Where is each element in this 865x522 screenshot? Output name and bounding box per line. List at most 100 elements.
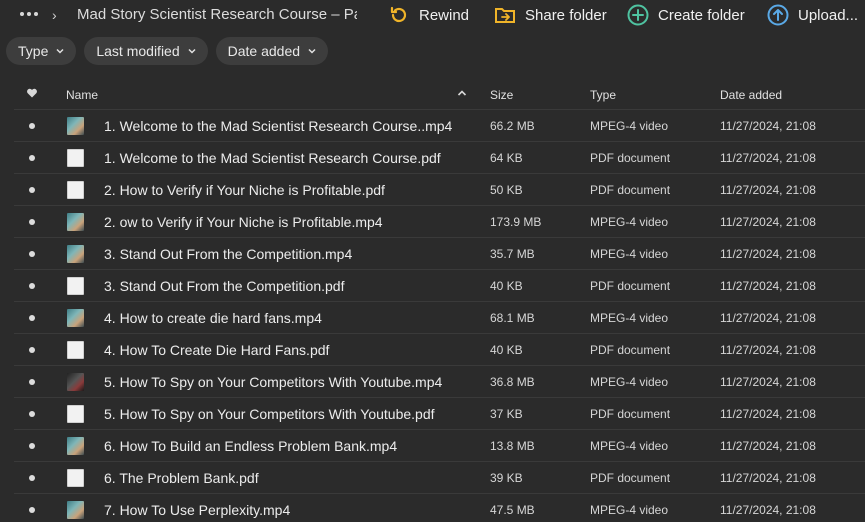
pdf-file-icon bbox=[67, 149, 84, 167]
file-date-added: 11/27/2024, 21:08 bbox=[720, 471, 816, 485]
favorite-dot-icon[interactable] bbox=[29, 507, 35, 513]
file-date-added: 11/27/2024, 21:08 bbox=[720, 439, 816, 453]
video-thumbnail-icon bbox=[67, 373, 84, 391]
pdf-file-icon bbox=[67, 181, 84, 199]
table-row[interactable]: 3. Stand Out From the Competition.pdf 40 … bbox=[14, 270, 865, 302]
file-name: 1. Welcome to the Mad Scientist Research… bbox=[104, 118, 453, 134]
file-type: MPEG-4 video bbox=[590, 375, 669, 389]
file-date-added: 11/27/2024, 21:08 bbox=[720, 407, 816, 421]
file-size: 37 KB bbox=[490, 407, 523, 421]
file-size: 40 KB bbox=[490, 343, 523, 357]
file-name: 2. How to Verify if Your Niche is Profit… bbox=[104, 182, 385, 198]
date-added-filter-dropdown[interactable]: Date added bbox=[215, 37, 329, 65]
favorite-dot-icon[interactable] bbox=[29, 155, 35, 161]
pdf-file-icon bbox=[67, 469, 84, 487]
file-date-added: 11/27/2024, 21:08 bbox=[720, 279, 816, 293]
type-filter-dropdown[interactable]: Type bbox=[6, 37, 77, 65]
file-date-added: 11/27/2024, 21:08 bbox=[720, 311, 816, 325]
rewind-label: Rewind bbox=[419, 6, 470, 24]
file-type: PDF document bbox=[590, 407, 671, 421]
video-thumbnail-icon bbox=[67, 245, 84, 263]
column-header-type[interactable]: Type bbox=[590, 88, 616, 102]
more-options-icon[interactable] bbox=[20, 8, 38, 20]
table-row[interactable]: 1. Welcome to the Mad Scientist Research… bbox=[14, 110, 865, 142]
column-header-size[interactable]: Size bbox=[490, 88, 513, 102]
share-folder-button[interactable]: Share folder bbox=[494, 3, 607, 27]
upload-button[interactable]: Upload... bbox=[767, 3, 858, 27]
column-header-name[interactable]: Name bbox=[66, 88, 98, 102]
file-size: 50 KB bbox=[490, 183, 523, 197]
favorite-dot-icon[interactable] bbox=[29, 411, 35, 417]
favorite-dot-icon[interactable] bbox=[29, 315, 35, 321]
favorite-dot-icon[interactable] bbox=[29, 347, 35, 353]
sort-ascending-icon[interactable] bbox=[456, 87, 468, 99]
video-thumbnail-icon bbox=[67, 501, 84, 519]
video-thumbnail-icon bbox=[67, 213, 84, 231]
file-date-added: 11/27/2024, 21:08 bbox=[720, 183, 816, 197]
favorite-dot-icon[interactable] bbox=[29, 379, 35, 385]
table-row[interactable]: 6. How To Build an Endless Problem Bank.… bbox=[14, 430, 865, 462]
file-size: 68.1 MB bbox=[490, 311, 535, 325]
file-date-added: 11/27/2024, 21:08 bbox=[720, 343, 816, 357]
table-header: Name Size Type Date added bbox=[14, 78, 865, 110]
type-filter-label: Type bbox=[18, 43, 49, 59]
favorite-dot-icon[interactable] bbox=[29, 251, 35, 257]
share-folder-label: Share folder bbox=[525, 6, 607, 24]
breadcrumb[interactable]: Mad Story Scientist Research Course – Pa… bbox=[77, 6, 357, 23]
table-row[interactable]: 4. How to create die hard fans.mp4 68.1 M… bbox=[14, 302, 865, 334]
column-header-date-added[interactable]: Date added bbox=[720, 88, 782, 102]
add-circle-icon bbox=[627, 4, 649, 26]
file-date-added: 11/27/2024, 21:08 bbox=[720, 503, 816, 517]
file-type: PDF document bbox=[590, 183, 671, 197]
file-size: 66.2 MB bbox=[490, 119, 535, 133]
file-name: 5. How To Spy on Your Competitors With Y… bbox=[104, 406, 435, 422]
file-type: MPEG-4 video bbox=[590, 119, 669, 133]
chevron-down-icon bbox=[56, 48, 64, 54]
rewind-icon bbox=[388, 4, 410, 26]
table-row[interactable]: 3. Stand Out From the Competition.mp4 35.… bbox=[14, 238, 865, 270]
table-row[interactable]: 5. How To Spy on Your Competitors With Y… bbox=[14, 398, 865, 430]
file-name: 6. How To Build an Endless Problem Bank.… bbox=[104, 438, 398, 454]
file-date-added: 11/27/2024, 21:08 bbox=[720, 247, 816, 261]
file-size: 64 KB bbox=[490, 151, 523, 165]
file-type: MPEG-4 video bbox=[590, 215, 669, 229]
upload-icon bbox=[767, 4, 789, 26]
pdf-file-icon bbox=[67, 277, 84, 295]
file-size: 35.7 MB bbox=[490, 247, 535, 261]
heart-icon[interactable] bbox=[26, 87, 38, 99]
favorite-dot-icon[interactable] bbox=[29, 123, 35, 129]
last-modified-filter-dropdown[interactable]: Last modified bbox=[84, 37, 208, 65]
chevron-down-icon bbox=[188, 48, 196, 54]
favorite-dot-icon[interactable] bbox=[29, 475, 35, 481]
chevron-right-icon: › bbox=[52, 7, 57, 23]
file-size: 39 KB bbox=[490, 471, 523, 485]
table-row[interactable]: 2. How to Verify if Your Niche is Profit… bbox=[14, 174, 865, 206]
table-row[interactable]: 5. How To Spy on Your Competitors With Y… bbox=[14, 366, 865, 398]
file-type: MPEG-4 video bbox=[590, 247, 669, 261]
video-thumbnail-icon bbox=[67, 437, 84, 455]
favorite-dot-icon[interactable] bbox=[29, 187, 35, 193]
table-row[interactable]: 7. How To Use Perplexity.mp4 47.5 MB MPEG-… bbox=[14, 494, 865, 522]
video-thumbnail-icon bbox=[67, 309, 84, 327]
rewind-button[interactable]: Rewind bbox=[388, 3, 469, 27]
favorite-dot-icon[interactable] bbox=[29, 219, 35, 225]
filter-bar: Type Last modified Date added bbox=[6, 37, 329, 65]
favorite-dot-icon[interactable] bbox=[29, 443, 35, 449]
file-type: PDF document bbox=[590, 151, 671, 165]
pdf-file-icon bbox=[67, 341, 84, 359]
file-size: 173.9 MB bbox=[490, 215, 542, 229]
create-folder-button[interactable]: Create folder bbox=[627, 3, 745, 27]
table-row[interactable]: 2. ow to Verify if Your Niche is Profita… bbox=[14, 206, 865, 238]
share-folder-icon bbox=[494, 4, 516, 26]
table-row[interactable]: 4. How To Create Die Hard Fans.pdf 40 KB P… bbox=[14, 334, 865, 366]
file-type: PDF document bbox=[590, 471, 671, 485]
file-name: 2. ow to Verify if Your Niche is Profita… bbox=[104, 214, 383, 230]
table-row[interactable]: 6. The Problem Bank.pdf 39 KB PDF document… bbox=[14, 462, 865, 494]
favorite-dot-icon[interactable] bbox=[29, 283, 35, 289]
file-name: 6. The Problem Bank.pdf bbox=[104, 470, 259, 486]
file-size: 47.5 MB bbox=[490, 503, 535, 517]
file-name: 1. Welcome to the Mad Scientist Research… bbox=[104, 150, 441, 166]
table-row[interactable]: 1. Welcome to the Mad Scientist Research… bbox=[14, 142, 865, 174]
file-type: PDF document bbox=[590, 343, 671, 357]
file-list: 1. Welcome to the Mad Scientist Research… bbox=[14, 110, 865, 522]
